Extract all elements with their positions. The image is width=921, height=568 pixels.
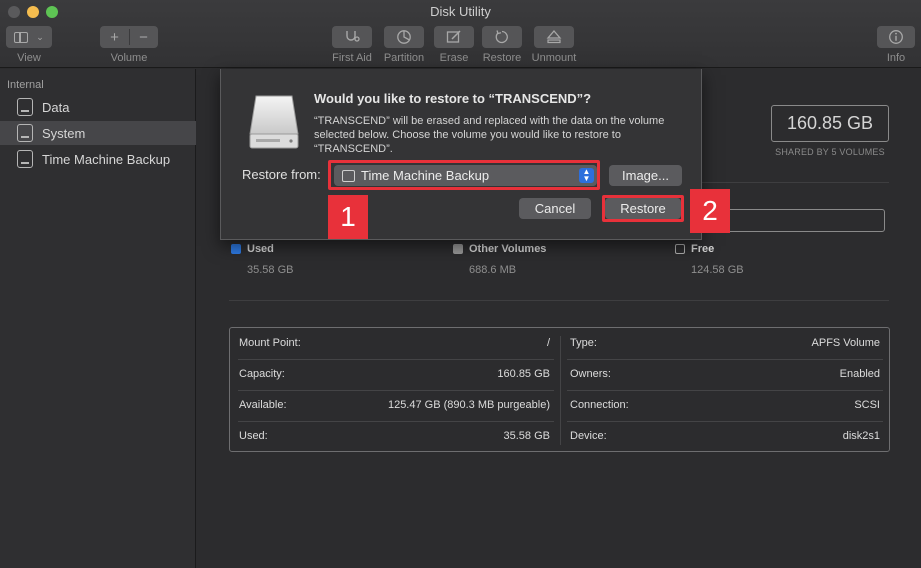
volume-icon: [17, 98, 33, 116]
info-key: Available:: [239, 399, 287, 411]
legend-swatch-used: [231, 244, 241, 254]
info-row: Used: 35.58 GB Device: disk2s1: [230, 421, 891, 452]
view-label: View: [17, 52, 41, 64]
legend-swatch-free: [675, 244, 685, 254]
partition-label: Partition: [383, 52, 425, 64]
chevron-down-icon: ⌄: [36, 31, 44, 42]
capacity-display: 160.85 GB: [771, 105, 889, 142]
sidebar-item-time-machine-backup[interactable]: Time Machine Backup: [0, 147, 196, 171]
erase-button[interactable]: [434, 26, 474, 48]
volume-info-table: Mount Point: / Type: APFS Volume Capacit…: [229, 327, 890, 452]
volume-label: Volume: [110, 52, 148, 64]
sidebar-item-data[interactable]: Data: [0, 95, 196, 119]
legend-label: Other Volumes: [469, 243, 547, 255]
volume-icon: [17, 124, 33, 142]
info-value: 160.85 GB: [497, 368, 550, 380]
restore-toolbar-button[interactable]: [482, 26, 522, 48]
info-value: /: [546, 337, 550, 349]
info-key: Owners:: [570, 368, 611, 380]
legend-used: Used: [231, 243, 274, 255]
info-value: SCSI: [854, 399, 880, 411]
info-row: Capacity: 160.85 GB Owners: Enabled: [230, 359, 891, 390]
sidebar-item-label: Time Machine Backup: [42, 151, 171, 167]
hard-drive-icon: [249, 95, 299, 149]
step-badge-1: 1: [328, 195, 368, 239]
legend-label: Used: [247, 243, 274, 255]
cancel-button[interactable]: Cancel: [519, 198, 591, 219]
view-button[interactable]: ⌄: [6, 26, 52, 48]
info-label: Info: [886, 52, 906, 64]
segment-divider: [129, 29, 130, 45]
legend-value-other: 688.6 MB: [469, 264, 517, 276]
add-volume-button[interactable]: +: [100, 29, 129, 46]
window-title: Disk Utility: [430, 4, 491, 19]
info-key: Device:: [570, 430, 607, 442]
restore-icon: [495, 30, 508, 44]
disk-utility-window: Disk Utility ⌄ View + − Volume First Aid…: [0, 0, 921, 568]
restore-sheet-dialog: Would you like to restore to “TRANSCEND”…: [220, 69, 702, 240]
unmount-label: Unmount: [531, 52, 577, 64]
info-button[interactable]: [877, 26, 915, 48]
sidebar-item-label: System: [42, 125, 86, 141]
image-button[interactable]: Image...: [609, 165, 682, 186]
legend-value-used: 35.58 GB: [247, 264, 294, 276]
sheet-message: “TRANSCEND” will be erased and replaced …: [314, 115, 665, 155]
erase-icon: [446, 30, 461, 43]
info-row: Mount Point: / Type: APFS Volume: [230, 328, 891, 359]
info-key: Mount Point:: [239, 337, 301, 349]
volume-icon: [17, 150, 33, 168]
sidebar-section-internal: Internal: [7, 79, 44, 91]
info-key: Capacity:: [239, 368, 285, 380]
partition-button[interactable]: [384, 26, 424, 48]
legend-free: Free: [675, 243, 714, 255]
step-badge-2: 2: [690, 189, 730, 233]
legend-label: Free: [691, 243, 715, 255]
eject-icon: [546, 30, 562, 44]
toolbar: Disk Utility ⌄ View + − Volume First Aid…: [0, 0, 921, 68]
unmount-button[interactable]: [534, 26, 574, 48]
erase-label: Erase: [439, 52, 469, 64]
info-key: Used:: [239, 430, 268, 442]
shared-volumes-caption: SHARED BY 5 VOLUMES: [775, 147, 885, 157]
restore-from-label: Restore from:: [242, 167, 321, 182]
stethoscope-icon: [346, 31, 360, 42]
legend-value-free: 124.58 GB: [691, 264, 744, 276]
divider: [229, 300, 889, 301]
sidebar-icon: [14, 31, 29, 43]
first-aid-button[interactable]: [332, 26, 372, 48]
info-value: disk2s1: [842, 430, 880, 442]
legend-swatch-other: [453, 244, 463, 254]
info-icon: [889, 30, 903, 44]
sheet-title: Would you like to restore to “TRANSCEND”…: [314, 91, 592, 106]
info-value: APFS Volume: [811, 337, 880, 349]
info-value: 35.58 GB: [503, 430, 550, 442]
info-key: Type:: [570, 337, 597, 349]
sidebar: Internal Data System Time Machine Backup: [0, 69, 196, 568]
remove-volume-button[interactable]: −: [129, 29, 158, 46]
info-value: 125.47 GB (890.3 MB purgeable): [387, 399, 550, 411]
sidebar-item-system[interactable]: System: [0, 121, 196, 145]
info-key: Connection:: [570, 399, 629, 411]
sidebar-item-label: Data: [42, 99, 70, 115]
restore-label: Restore: [482, 52, 522, 64]
first-aid-label: First Aid: [332, 52, 372, 64]
info-value: Enabled: [839, 368, 880, 380]
pie-icon: [397, 30, 411, 44]
legend-other-volumes: Other Volumes: [453, 243, 546, 255]
info-row: Available: 125.47 GB (890.3 MB purgeable…: [230, 390, 891, 421]
highlight-box-restore: [602, 195, 684, 222]
highlight-box-popup: [328, 160, 600, 190]
